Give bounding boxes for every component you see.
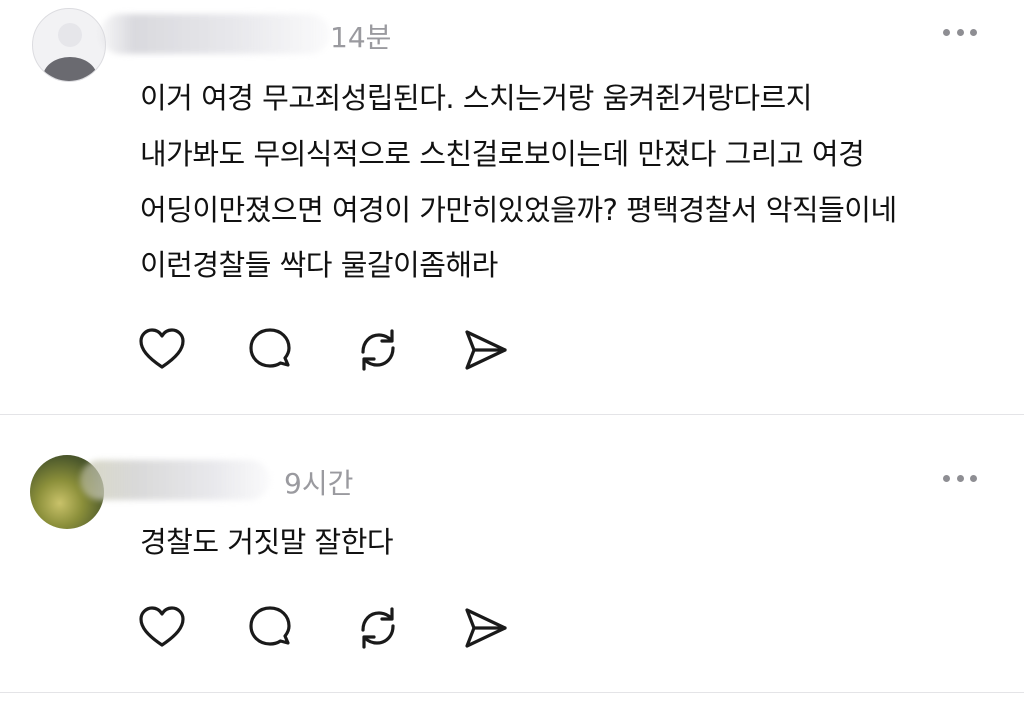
more-options-icon[interactable] xyxy=(943,472,977,484)
share-button[interactable] xyxy=(460,602,512,654)
comment-text-line: 경찰도 거짓말 잘한다 xyxy=(140,525,394,559)
action-bar xyxy=(136,602,568,654)
username-blurred[interactable] xyxy=(80,460,270,500)
like-button[interactable] xyxy=(136,602,188,654)
timestamp: 9시간 xyxy=(284,467,354,500)
divider xyxy=(0,692,1024,693)
heart-icon xyxy=(139,606,185,647)
repost-button[interactable] xyxy=(352,602,404,654)
comment-2: 9시간 경찰도 거짓말 잘한다 xyxy=(0,0,1024,712)
comment-button[interactable] xyxy=(244,602,296,654)
send-icon xyxy=(465,608,507,648)
speech-bubble-icon xyxy=(249,606,291,646)
repost-icon xyxy=(361,607,395,649)
